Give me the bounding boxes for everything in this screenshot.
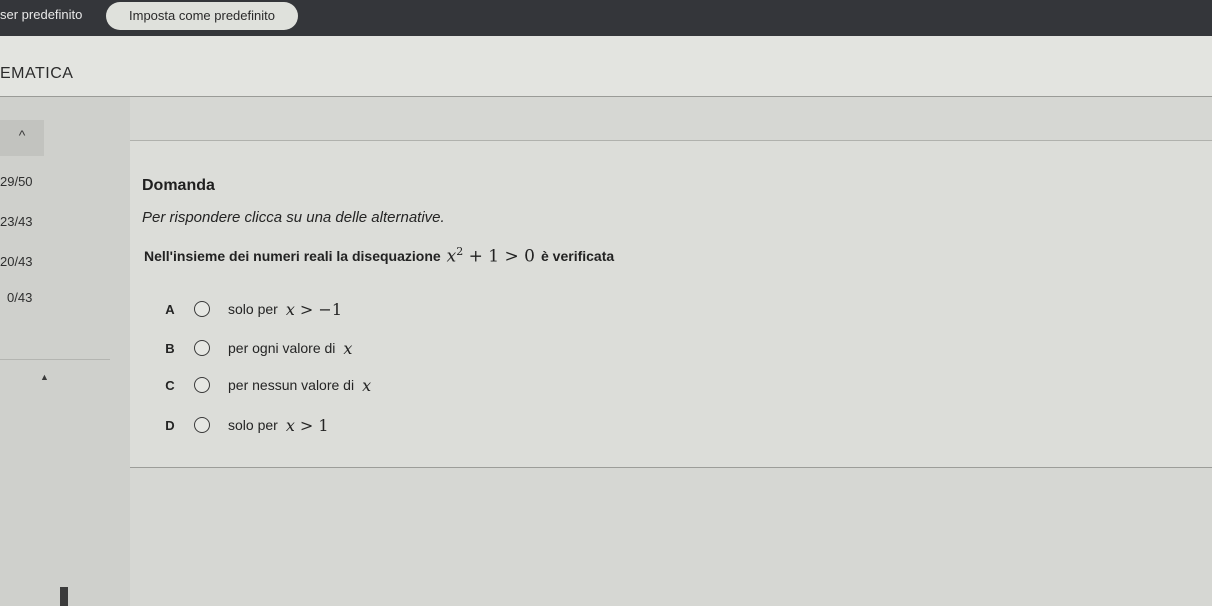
top-bar: ser predefinito Imposta come predefinito — [0, 0, 1212, 36]
page-title: EMATICA — [0, 65, 74, 82]
answer-letter: B — [165, 340, 175, 356]
question-instruction: Per rispondere clicca su una delle alter… — [142, 209, 445, 226]
answer-text: solo per — [228, 301, 278, 317]
chevron-up-icon[interactable]: ^ — [0, 120, 44, 156]
radio-button[interactable] — [194, 377, 210, 393]
inequality-formula: x2 + 1 > 0 — [446, 245, 535, 267]
default-browser-text: ser predefinito — [0, 7, 83, 22]
answer-text: per ogni valore di — [228, 340, 336, 356]
answer-text: solo per — [228, 417, 278, 433]
triangle-up-icon[interactable]: ▲ — [40, 372, 49, 382]
answer-math: x > 1 — [285, 415, 329, 435]
question-text-after: è verificata — [541, 247, 615, 264]
answer-math: x — [343, 338, 353, 358]
answer-letter: A — [165, 301, 175, 317]
radio-button[interactable] — [194, 301, 210, 317]
answer-option-b[interactable]: B per ogni valore di x — [160, 336, 358, 360]
page-header: EMATICA — [0, 36, 1212, 97]
answer-letter: C — [165, 377, 175, 393]
sidebar-score-3[interactable]: 20/43 — [0, 254, 33, 269]
sidebar-score-2[interactable]: 23/43 — [0, 214, 33, 229]
sidebar-scrollbar[interactable] — [60, 587, 68, 606]
answer-option-c[interactable]: C per nessun valore di x — [160, 373, 377, 397]
radio-button[interactable] — [194, 340, 210, 356]
set-default-button[interactable]: Imposta come predefinito — [106, 2, 298, 30]
question-title: Domanda — [142, 177, 215, 194]
answer-math: x > −1 — [285, 299, 343, 319]
answer-math: x — [362, 375, 372, 395]
answer-option-d[interactable]: D solo per x > 1 — [160, 413, 335, 437]
question-text-before: Nell'insieme dei numeri reali la disequa… — [144, 247, 441, 264]
sidebar-score-4[interactable]: 0/43 — [7, 290, 32, 305]
sidebar-divider — [0, 359, 110, 360]
question-card: Domanda Per rispondere clicca su una del… — [130, 140, 1212, 468]
answer-option-a[interactable]: A solo per x > −1 — [160, 297, 348, 321]
answer-text: per nessun valore di — [228, 377, 355, 393]
answer-letter: D — [165, 417, 175, 433]
radio-button[interactable] — [194, 417, 210, 433]
sidebar: ^ 29/50 23/43 20/43 0/43 ▲ — [0, 97, 130, 606]
sidebar-score-1[interactable]: 29/50 — [0, 174, 33, 189]
question-text: Nell'insieme dei numeri reali la disequa… — [144, 245, 614, 267]
